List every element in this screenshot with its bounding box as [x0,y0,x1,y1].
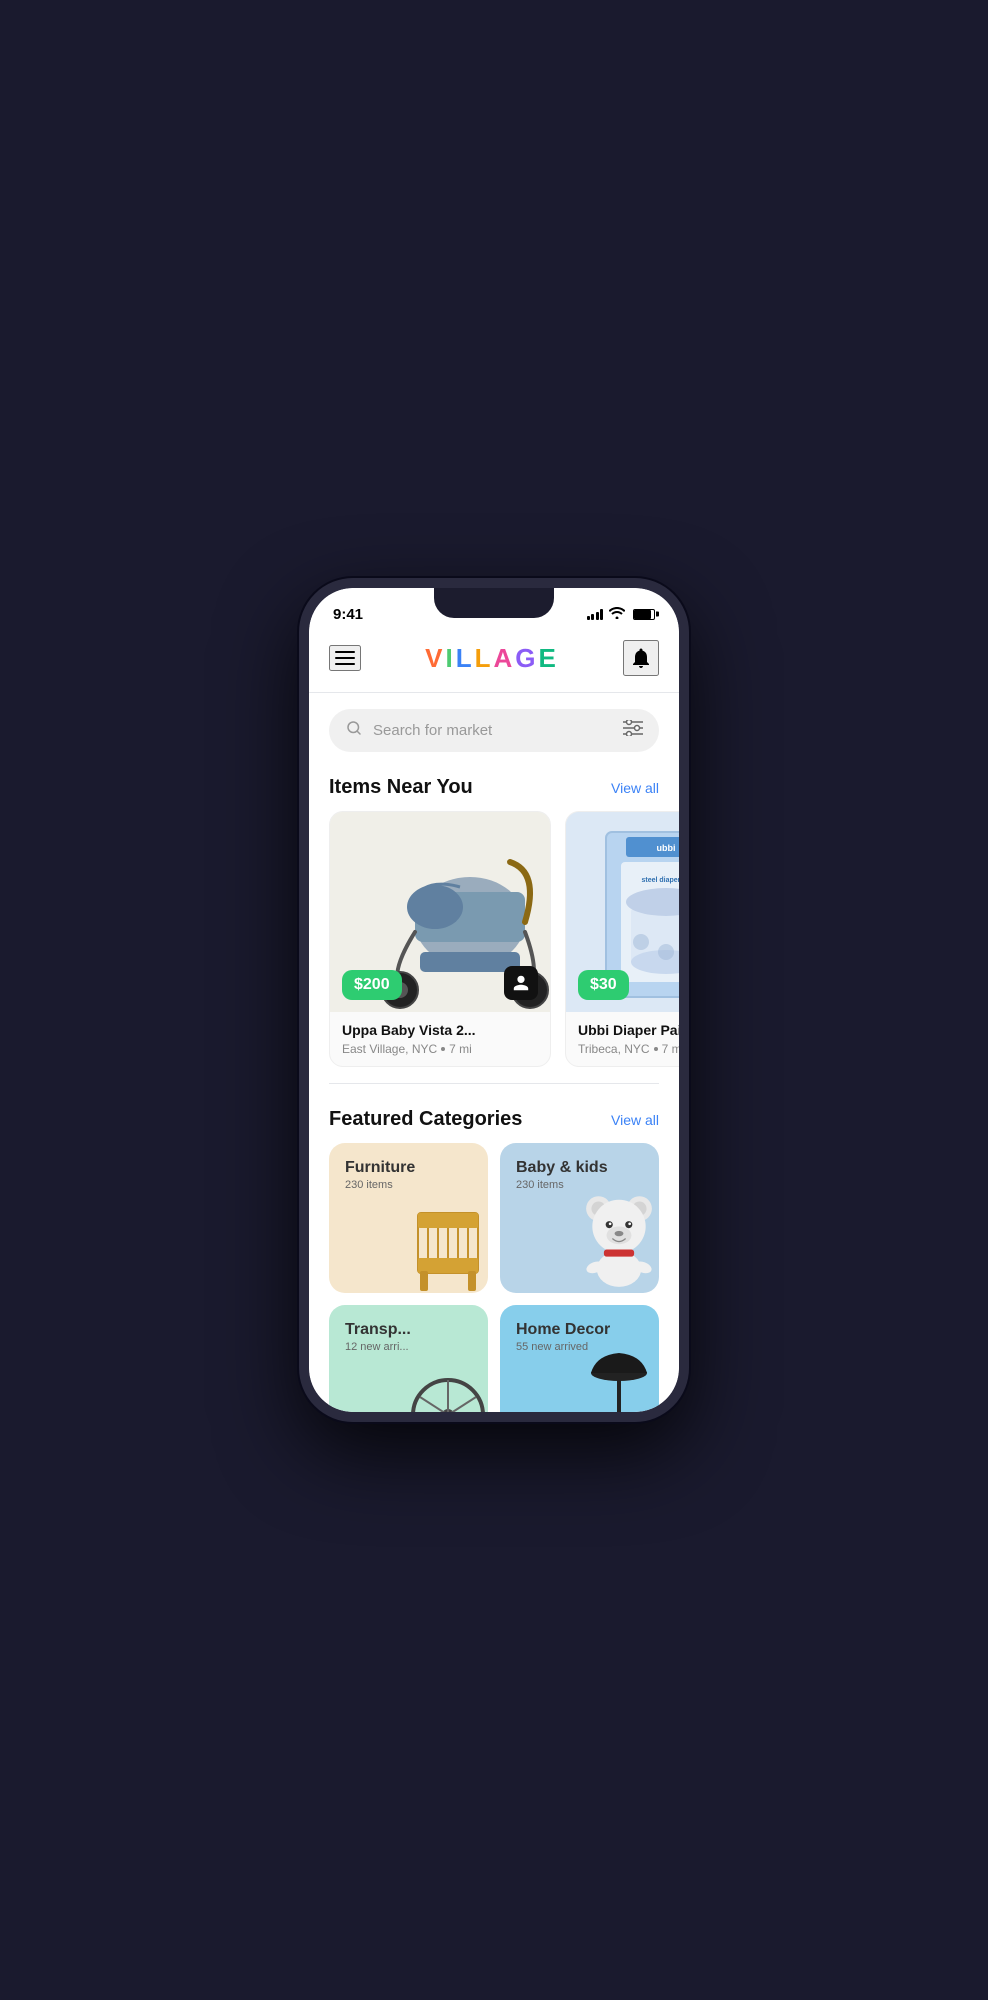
lamp-svg [584,1345,654,1412]
notch [434,588,554,618]
items-near-you-header: Items Near You View all [309,768,679,811]
wifi-icon [609,607,625,622]
items-near-you-title: Items Near You [329,776,473,799]
furniture-title: Furniture [345,1159,472,1177]
baby-kids-title: Baby & kids [516,1159,643,1177]
diaper-pail-info: Ubbi Diaper Pail - Ne Tribeca, NYC 7 mi [566,1012,679,1066]
crib-svg [408,1193,488,1293]
svg-text:steel diaper pa: steel diaper pa [641,877,679,884]
bell-icon [629,646,653,670]
stroller-name: Uppa Baby Vista 2... [342,1022,538,1038]
hamburger-button[interactable] [329,645,361,671]
search-section: Search for market [309,693,679,768]
home-decor-image [579,1355,659,1412]
search-icon [345,719,363,742]
status-time: 9:41 [333,606,363,623]
app-logo: VILLAGE [425,643,559,674]
stroller-price: $200 [342,970,402,1000]
categories-grid: Furniture 230 items [309,1143,679,1412]
hamburger-line-1 [335,651,355,653]
featured-categories-header: Featured Categories View all [309,1100,679,1143]
phone-screen: 9:41 [309,588,679,1412]
transport-title: Transp... [345,1321,472,1339]
seller-icon [504,966,538,1000]
battery-icon [633,609,655,620]
item-image-stroller: $200 [330,812,550,1012]
category-card-baby-kids[interactable]: Baby & kids 230 items [500,1143,659,1293]
diaper-pail-location: Tribeca, NYC 7 mi [578,1042,679,1056]
diaper-pail-price: $30 [578,970,629,1000]
hamburger-line-2 [335,657,355,659]
item-card-stroller[interactable]: $200 Uppa Baby Vista 2... East Village, … [329,811,551,1067]
home-decor-title: Home Decor [516,1321,643,1339]
item-image-diaper-pail: ubbi steel diaper pa [566,812,679,1012]
items-view-all-button[interactable]: View all [611,780,659,796]
status-icons [587,607,656,622]
phone-frame: 9:41 [299,578,689,1422]
featured-categories-title: Featured Categories [329,1108,522,1131]
furniture-subtitle: 230 items [345,1179,472,1191]
signal-icon [587,608,604,620]
stroller-location: East Village, NYC 7 mi [342,1042,538,1056]
filter-icon[interactable] [623,720,643,741]
main-scroll-content[interactable]: Search for market Items [309,693,679,1412]
notifications-button[interactable] [623,640,659,676]
transport-image [408,1355,488,1412]
category-card-furniture[interactable]: Furniture 230 items [329,1143,488,1293]
items-scroll-container[interactable]: $200 Uppa Baby Vista 2... East Village, … [309,811,679,1083]
category-card-home-decor[interactable]: Home Decor 55 new arrived [500,1305,659,1412]
featured-categories-section: Featured Categories View all Furniture 2… [309,1084,679,1412]
hamburger-line-3 [335,663,355,665]
svg-text:ubbi: ubbi [657,843,676,853]
baby-kids-image [579,1193,659,1293]
diaper-pail-name: Ubbi Diaper Pail - Ne [578,1022,679,1038]
teddy-bear-svg [579,1183,659,1293]
categories-view-all-button[interactable]: View all [611,1112,659,1128]
furniture-image [408,1193,488,1293]
app-header: VILLAGE [309,632,679,692]
search-placeholder: Search for market [373,722,613,739]
category-card-transport[interactable]: Transp... 12 new arri... [329,1305,488,1412]
stroller-info: Uppa Baby Vista 2... East Village, NYC 7… [330,1012,550,1066]
item-card-diaper-pail[interactable]: ubbi steel diaper pa [565,811,679,1067]
transport-subtitle: 12 new arri... [345,1341,472,1353]
bicycle-svg [408,1355,488,1412]
search-bar[interactable]: Search for market [329,709,659,752]
